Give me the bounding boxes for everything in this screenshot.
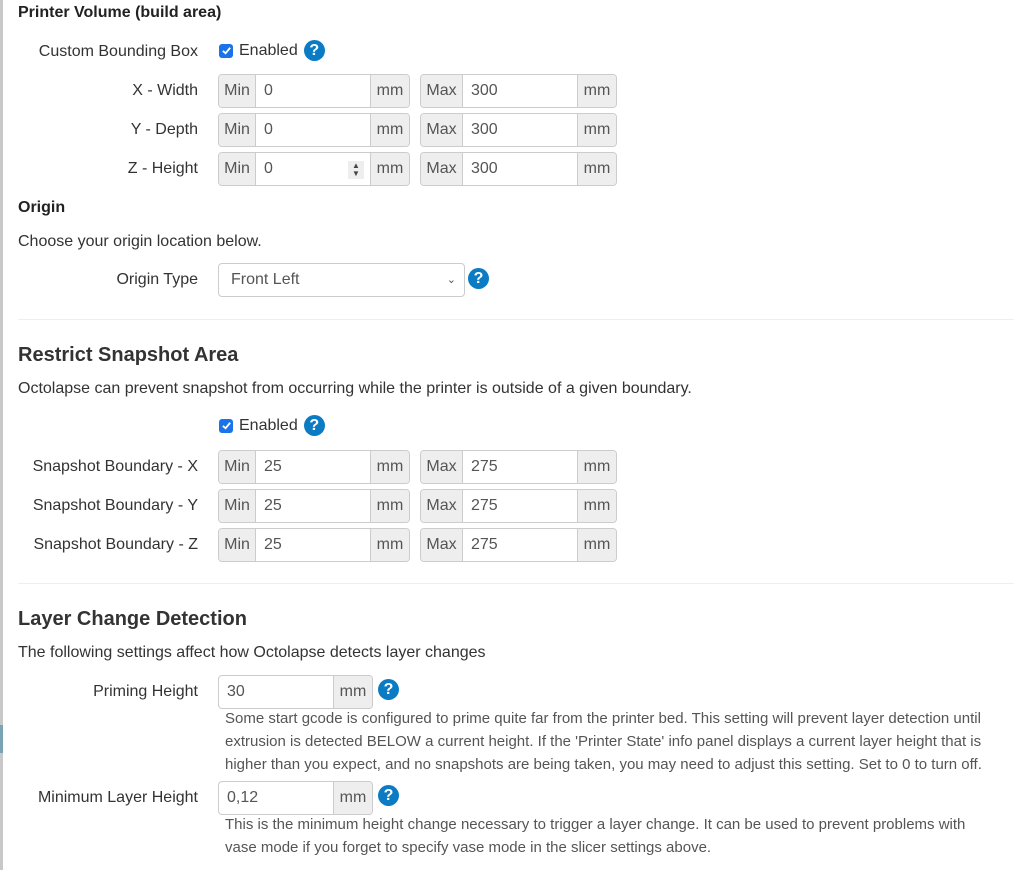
snapshot-y-max-group: Max 275 mm	[420, 489, 617, 523]
priming-height-label: Priming Height	[93, 683, 198, 700]
unit-suffix: mm	[370, 75, 409, 107]
min-prefix: Min	[219, 75, 256, 107]
number-spinner[interactable]: ▲ ▼	[348, 161, 364, 179]
custom-bounding-box-label: Custom Bounding Box	[38, 43, 198, 60]
origin-type-value: Front Left	[231, 271, 300, 288]
x-width-max-group: Max 300 mm	[420, 74, 617, 108]
min-prefix: Min	[219, 114, 256, 146]
priming-height-group: 30 mm	[218, 675, 373, 709]
printer-volume-heading: Printer Volume (build area)	[18, 4, 222, 21]
unit-suffix: mm	[333, 782, 372, 814]
restrict-snapshot-heading: Restrict Snapshot Area	[18, 344, 239, 366]
snapshot-boundary-y-label: Snapshot Boundary - Y	[32, 497, 198, 514]
origin-description: Choose your origin location below.	[18, 233, 262, 250]
x-width-min-input[interactable]: 0	[256, 75, 370, 107]
left-panel-accent	[0, 725, 3, 753]
y-depth-max-input[interactable]: 300	[463, 114, 577, 146]
min-prefix: Min	[219, 490, 256, 522]
unit-suffix: mm	[370, 114, 409, 146]
help-icon[interactable]: ?	[303, 415, 325, 436]
z-height-label: Z - Height	[127, 160, 198, 177]
spin-down-icon[interactable]: ▼	[352, 170, 360, 178]
help-line: extrusion is detected BELOW a current he…	[225, 733, 982, 750]
unit-suffix: mm	[577, 490, 616, 522]
y-depth-min-group: Min 0 mm	[218, 113, 410, 147]
custom-bounding-box-enabled-label: Enabled	[239, 41, 298, 59]
z-height-min-group: Min 0 ▲ ▼ mm	[218, 152, 410, 186]
snapshot-y-min-input[interactable]: 25	[256, 490, 370, 522]
z-height-max-input[interactable]: 300	[463, 153, 577, 185]
z-height-max-group: Max 300 mm	[420, 152, 617, 186]
snapshot-y-min-group: Min 25 mm	[218, 489, 410, 523]
unit-suffix: mm	[370, 490, 409, 522]
unit-suffix: mm	[577, 451, 616, 483]
minimum-layer-height-help-text: This is the minimum height change necess…	[225, 813, 1020, 859]
min-prefix: Min	[219, 529, 256, 561]
snapshot-x-max-input[interactable]: 275	[463, 451, 577, 483]
snapshot-x-max-group: Max 275 mm	[420, 450, 617, 484]
x-width-label: X - Width	[132, 82, 198, 99]
unit-suffix: mm	[370, 529, 409, 561]
section-divider	[18, 319, 1014, 320]
minimum-layer-height-group: 0,12 mm	[218, 781, 373, 815]
min-prefix: Min	[219, 153, 256, 185]
unit-suffix: mm	[577, 153, 616, 185]
min-prefix: Min	[219, 451, 256, 483]
z-height-min-input[interactable]: 0 ▲ ▼	[256, 153, 370, 185]
y-depth-label: Y - Depth	[130, 121, 198, 138]
snapshot-z-min-group: Min 25 mm	[218, 528, 410, 562]
y-depth-max-group: Max 300 mm	[420, 113, 617, 147]
unit-suffix: mm	[333, 676, 372, 708]
max-prefix: Max	[421, 75, 463, 107]
custom-bounding-box-toggle[interactable]: Enabled ?	[219, 40, 325, 61]
snapshot-x-min-input[interactable]: 25	[256, 451, 370, 483]
help-icon[interactable]: ?	[378, 785, 399, 806]
unit-suffix: mm	[370, 451, 409, 483]
snapshot-x-min-group: Min 25 mm	[218, 450, 410, 484]
help-line: This is the minimum height change necess…	[225, 816, 966, 833]
layer-change-heading: Layer Change Detection	[18, 608, 247, 630]
snapshot-z-min-input[interactable]: 25	[256, 529, 370, 561]
unit-suffix: mm	[370, 153, 409, 185]
layer-change-description: The following settings affect how Octola…	[18, 644, 486, 661]
snapshot-boundary-x-label: Snapshot Boundary - X	[32, 458, 198, 475]
max-prefix: Max	[421, 490, 463, 522]
help-icon[interactable]: ?	[378, 679, 399, 700]
x-width-min-group: Min 0 mm	[218, 74, 410, 108]
help-line: higher than you expect, and no snapshots…	[225, 756, 982, 773]
chevron-down-icon: ⌄	[446, 274, 456, 286]
unit-suffix: mm	[577, 114, 616, 146]
unit-suffix: mm	[577, 529, 616, 561]
max-prefix: Max	[421, 153, 463, 185]
snapshot-boundary-z-label: Snapshot Boundary - Z	[33, 536, 198, 553]
section-divider	[18, 583, 1014, 584]
x-width-max-input[interactable]: 300	[463, 75, 577, 107]
restrict-snapshot-enabled-label: Enabled	[239, 416, 298, 434]
restrict-snapshot-description: Octolapse can prevent snapshot from occu…	[18, 380, 692, 397]
minimum-layer-height-input[interactable]: 0,12	[219, 782, 333, 814]
max-prefix: Max	[421, 114, 463, 146]
unit-suffix: mm	[577, 75, 616, 107]
z-height-min-value: 0	[264, 160, 273, 177]
snapshot-z-max-input[interactable]: 275	[463, 529, 577, 561]
restrict-snapshot-toggle[interactable]: Enabled ?	[219, 415, 325, 436]
snapshot-y-max-input[interactable]: 275	[463, 490, 577, 522]
minimum-layer-height-label: Minimum Layer Height	[37, 789, 198, 806]
max-prefix: Max	[421, 451, 463, 483]
help-icon[interactable]: ?	[303, 40, 325, 61]
help-icon[interactable]: ?	[468, 268, 489, 289]
origin-type-label: Origin Type	[116, 271, 198, 288]
priming-height-help-text: Some start gcode is configured to prime …	[225, 707, 1020, 776]
snapshot-z-max-group: Max 275 mm	[420, 528, 617, 562]
help-line: Some start gcode is configured to prime …	[225, 710, 981, 727]
origin-type-select[interactable]: Front Left ⌄	[218, 263, 465, 297]
priming-height-input[interactable]: 30	[219, 676, 333, 708]
max-prefix: Max	[421, 529, 463, 561]
y-depth-min-input[interactable]: 0	[256, 114, 370, 146]
help-line: vase mode if you forget to specify vase …	[225, 839, 712, 856]
custom-bounding-box-checkbox[interactable]	[219, 43, 233, 58]
origin-heading: Origin	[18, 199, 66, 216]
restrict-snapshot-checkbox[interactable]	[219, 418, 233, 433]
